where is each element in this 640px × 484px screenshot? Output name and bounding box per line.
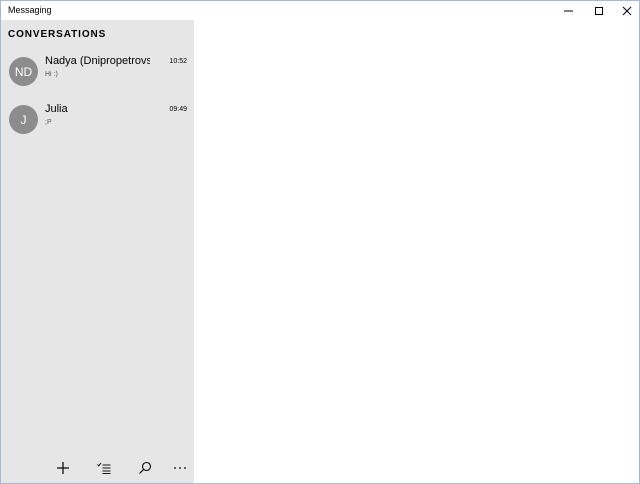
app-window: Messaging CONVERSATIONS ND Nadya (Dnipro… xyxy=(0,0,640,484)
avatar: J xyxy=(9,105,38,134)
conversation-name: Nadya (Dnipropetrovs xyxy=(45,55,150,67)
conversation-content-pane xyxy=(194,20,639,483)
conversation-name: Julia xyxy=(45,103,68,115)
new-message-button[interactable] xyxy=(51,459,75,477)
conversation-time: 09:49 xyxy=(169,106,187,113)
close-icon xyxy=(622,6,632,16)
title-bar[interactable]: Messaging xyxy=(1,1,639,20)
select-list-icon xyxy=(97,462,111,474)
conversation-preview: Hi :) xyxy=(45,71,58,78)
maximize-icon xyxy=(594,6,604,16)
conversations-sidebar: CONVERSATIONS ND Nadya (Dnipropetrovs 10… xyxy=(1,20,194,483)
avatar: ND xyxy=(9,57,38,86)
maximize-button[interactable] xyxy=(584,1,614,20)
avatar-initials: ND xyxy=(14,64,33,79)
close-button[interactable] xyxy=(612,1,640,20)
conversation-time: 10:52 xyxy=(169,58,187,65)
conversation-item[interactable]: J Julia 09:49 ;P xyxy=(1,98,194,142)
conversation-item[interactable]: ND Nadya (Dnipropetrovs 10:52 Hi :) xyxy=(1,50,194,94)
avatar-initials: J xyxy=(20,112,27,127)
minimize-icon xyxy=(564,6,574,16)
search-icon xyxy=(138,461,152,475)
more-icon xyxy=(173,466,187,470)
add-icon xyxy=(56,461,70,475)
window-title: Messaging xyxy=(8,5,52,15)
conversations-heading: CONVERSATIONS xyxy=(8,29,107,40)
select-button[interactable] xyxy=(92,459,116,477)
search-button[interactable] xyxy=(133,459,157,477)
more-button[interactable] xyxy=(168,459,192,477)
sidebar-toolbar xyxy=(1,453,194,483)
conversation-preview: ;P xyxy=(45,119,52,126)
minimize-button[interactable] xyxy=(554,1,584,20)
